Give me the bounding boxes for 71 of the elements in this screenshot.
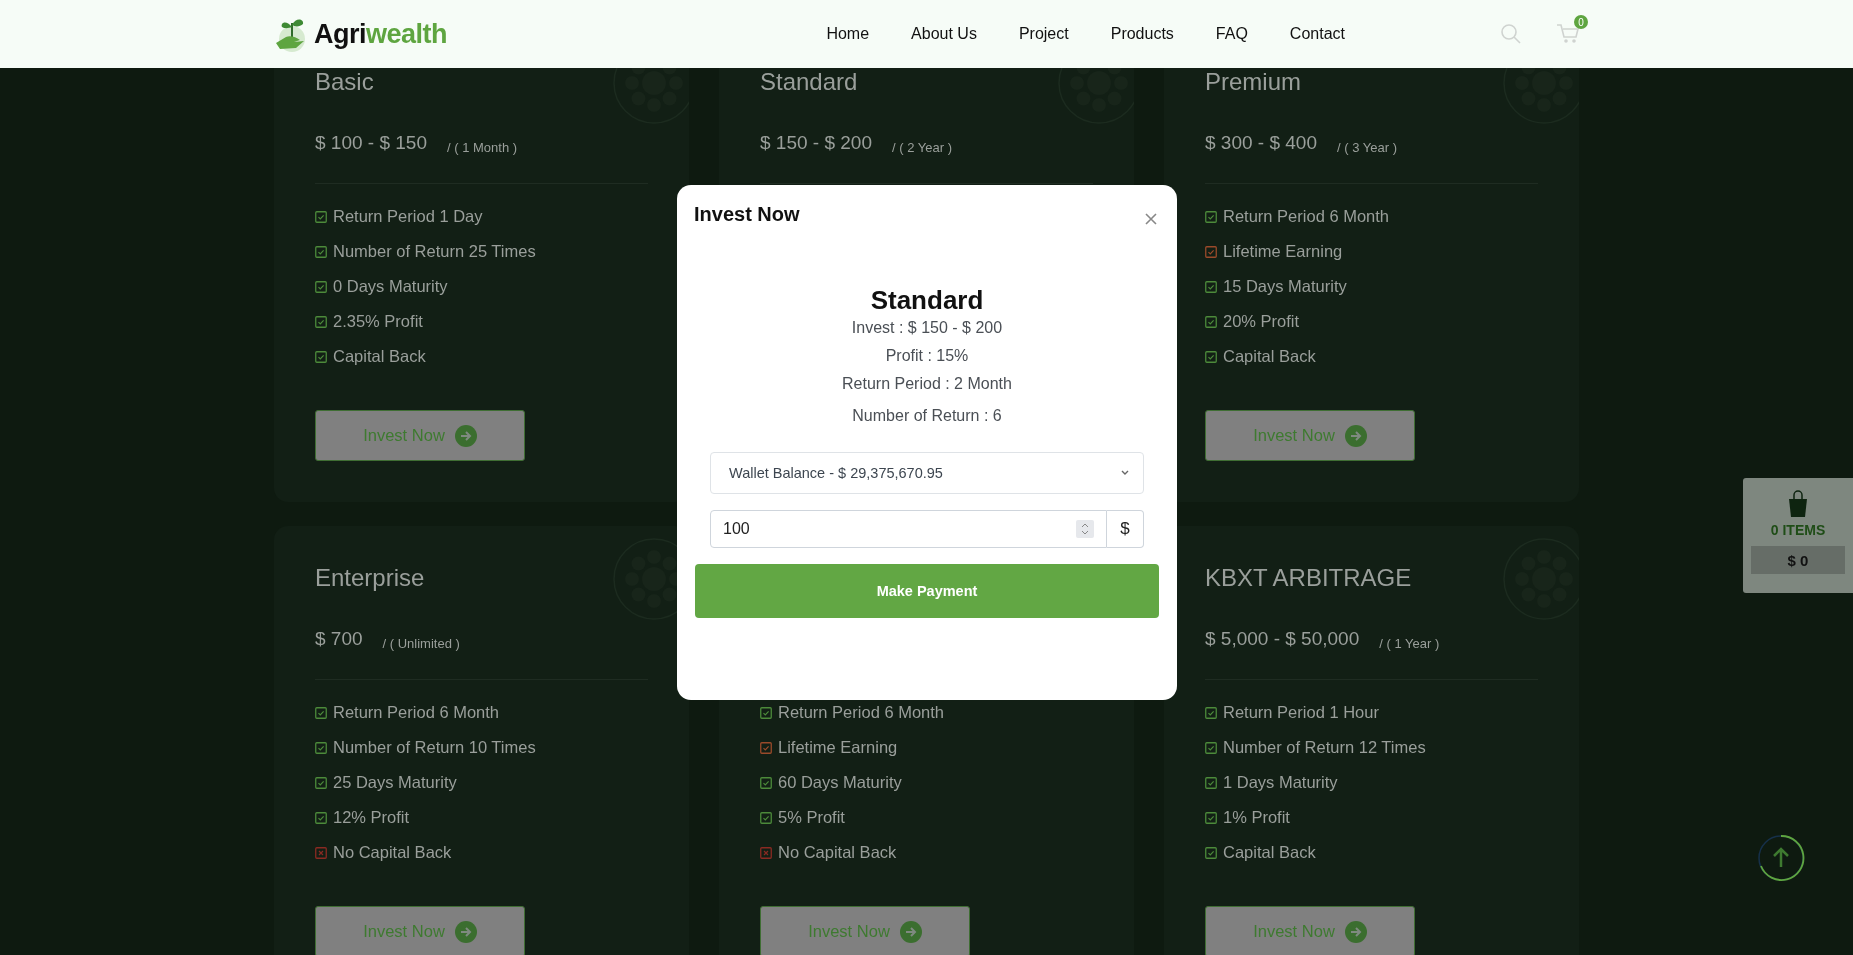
plan-title: Standard	[760, 67, 859, 97]
plan-feature: 2.35% Profit	[333, 312, 423, 331]
chevron-down-icon	[1121, 470, 1129, 476]
plan-detail: Return Period : 2 Month	[842, 374, 1012, 394]
amount-input[interactable]: 100	[710, 510, 1107, 548]
plan-feature: 5% Profit	[778, 808, 845, 827]
wallet-select[interactable]: Wallet Balance - $ 29,375,670.95	[710, 452, 1144, 494]
plan-feature: 25 Days Maturity	[333, 773, 457, 792]
plan-price: $ 300 - $ 400	[1205, 132, 1317, 154]
plan-price: $ 5,000 - $ 50,000	[1205, 628, 1360, 650]
plan-feature: Return Period 1 Day	[333, 207, 483, 226]
arrow-right-icon	[454, 424, 477, 447]
plan-feature: Lifetime Earning	[1223, 242, 1343, 261]
plan-detail: Profit : 15%	[885, 346, 969, 366]
plan-feature: Number of Return 10 Times	[333, 738, 536, 757]
plan-period: / ( 1 Year )	[1379, 635, 1440, 651]
nav-link[interactable]: Home	[805, 25, 891, 43]
arrow-right-icon	[1344, 920, 1367, 943]
plan-title: Enterprise	[315, 563, 426, 593]
nav-link[interactable]: Project	[997, 25, 1090, 43]
plan-feature: 20% Profit	[1223, 312, 1300, 331]
plan-feature: 1 Days Maturity	[1223, 773, 1338, 792]
plan-name: Standard	[870, 285, 984, 315]
plan-feature: Return Period 6 Month	[333, 703, 499, 722]
plan-feature: Return Period 6 Month	[1223, 207, 1389, 226]
plan-feature: Lifetime Earning	[778, 738, 898, 757]
plan-feature: Number of Return 12 Times	[1223, 738, 1426, 757]
plan-feature: Return Period 6 Month	[778, 703, 944, 722]
plan-feature: 12% Profit	[333, 808, 410, 827]
plan-feature: No Capital Back	[333, 843, 452, 862]
nav-link[interactable]: Products	[1089, 25, 1195, 43]
arrow-right-icon	[899, 920, 922, 943]
cart-items-count: 0 ITEMS	[1770, 522, 1826, 538]
plan-feature: 0 Days Maturity	[333, 277, 448, 296]
dialog-title: Invest Now	[694, 203, 800, 226]
shopping-bag-icon	[1786, 490, 1810, 518]
plan-title: KBXT ARBITRAGE	[1205, 563, 1413, 593]
logo-text[interactable]: Agriwealth	[314, 18, 448, 50]
plan-period: / ( 2 Year )	[892, 139, 952, 155]
plan-price: $ 150 - $ 200	[760, 132, 872, 154]
cart-widget[interactable]: 0 ITEMS $ 0	[1743, 478, 1853, 593]
plan-feature: 15 Days Maturity	[1223, 277, 1347, 296]
plan-title: Basic	[315, 67, 375, 97]
cart-count-badge: 0	[1574, 15, 1588, 29]
plan-title: Premium	[1205, 67, 1302, 97]
cart-total: $ 0	[1751, 546, 1845, 574]
plan-feature: Number of Return 25 Times	[333, 242, 536, 261]
plan-feature: Capital Back	[1223, 843, 1316, 862]
plan-period: / ( 1 Month )	[447, 139, 518, 155]
plan-feature: 60 Days Maturity	[778, 773, 902, 792]
plan-detail: Number of Return : 6	[852, 406, 1002, 426]
plan-feature: 1% Profit	[1223, 808, 1290, 827]
nav-link[interactable]: FAQ	[1194, 25, 1269, 43]
plan-period: / ( Unlimited )	[382, 635, 460, 651]
close-icon[interactable]	[1145, 213, 1157, 225]
plan-price: $ 100 - $ 150	[315, 132, 427, 154]
currency-addon: $	[1107, 510, 1144, 548]
scroll-to-top-icon[interactable]	[1757, 834, 1805, 882]
plan-feature: Capital Back	[1223, 347, 1316, 366]
plan-period: / ( 3 Year )	[1337, 139, 1397, 155]
arrow-right-icon	[1344, 424, 1367, 447]
plan-detail: Invest : $ 150 - $ 200	[851, 318, 1003, 338]
arrow-right-icon	[454, 920, 477, 943]
nav-link[interactable]: About Us	[890, 25, 998, 43]
plan-feature: Capital Back	[333, 347, 426, 366]
plan-feature: No Capital Back	[778, 843, 897, 862]
plan-price: $ 700	[315, 628, 363, 650]
nav-link[interactable]: Contact	[1268, 25, 1366, 43]
plan-feature: Return Period 1 Hour	[1223, 703, 1379, 722]
spinner-icon[interactable]	[1076, 520, 1094, 538]
cart-icon[interactable]	[1556, 23, 1580, 45]
